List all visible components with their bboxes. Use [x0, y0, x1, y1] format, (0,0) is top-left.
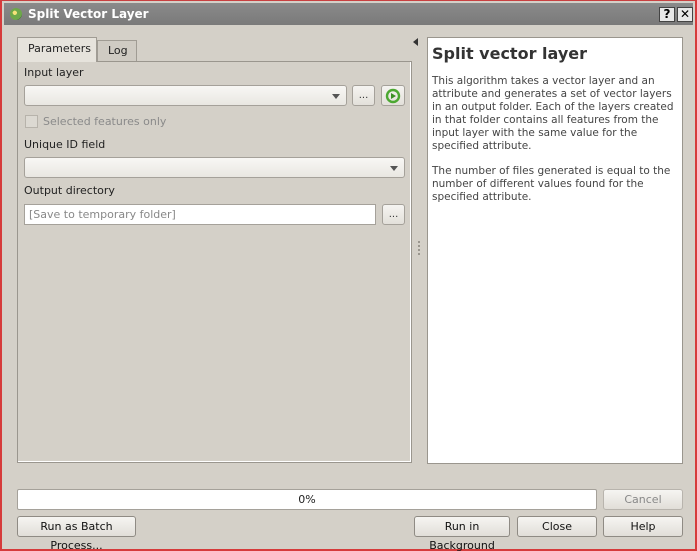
input-layer-dropdown[interactable] — [24, 85, 347, 106]
title-bar[interactable]: Split Vector Layer ? ✕ — [4, 3, 693, 25]
help-button[interactable]: Help — [603, 516, 683, 537]
help-paragraph: This algorithm takes a vector layer and … — [432, 75, 674, 152]
window-title: Split Vector Layer — [28, 7, 149, 21]
iterate-icon — [385, 88, 401, 104]
help-title: Split vector layer — [432, 44, 587, 63]
splitter-handle[interactable] — [418, 241, 420, 255]
chevron-down-icon — [390, 166, 398, 171]
qgis-logo-icon — [10, 8, 22, 20]
close-button[interactable]: Close — [517, 516, 597, 537]
help-paragraph: The number of files generated is equal t… — [432, 165, 671, 203]
chevron-down-icon — [332, 94, 340, 99]
output-directory-input[interactable]: [Save to temporary folder] — [24, 204, 376, 225]
collapse-help-icon[interactable] — [413, 38, 418, 46]
selected-features-checkbox[interactable] — [25, 115, 38, 128]
run-batch-process-button[interactable]: Run as Batch Process... — [17, 516, 136, 551]
unique-id-field-dropdown[interactable] — [24, 157, 405, 178]
parameters-panel: Input layer ... Selected features only U… — [17, 61, 412, 463]
input-layer-browse-button[interactable]: ... — [352, 85, 375, 106]
input-layer-label: Input layer — [24, 66, 84, 79]
tab-log[interactable]: Log — [97, 40, 137, 62]
unique-id-field-label: Unique ID field — [24, 138, 106, 151]
context-help-button[interactable]: ? — [659, 7, 675, 22]
cancel-button[interactable]: Cancel — [603, 489, 683, 510]
selected-features-label: Selected features only — [43, 115, 167, 128]
tab-parameters[interactable]: Parameters — [17, 37, 97, 62]
iterate-features-button[interactable] — [381, 85, 405, 106]
run-in-background-button[interactable]: Run in Background — [414, 516, 510, 551]
help-panel: Split vector layer This algorithm takes … — [427, 37, 683, 464]
progress-text: 0% — [298, 493, 316, 506]
window-close-button[interactable]: ✕ — [677, 7, 693, 22]
progress-bar: 0% — [17, 489, 597, 510]
dialog-window: Split Vector Layer ? ✕ Parameters Log In… — [0, 0, 697, 551]
output-directory-label: Output directory — [24, 184, 115, 197]
output-directory-browse-button[interactable]: ... — [382, 204, 405, 225]
